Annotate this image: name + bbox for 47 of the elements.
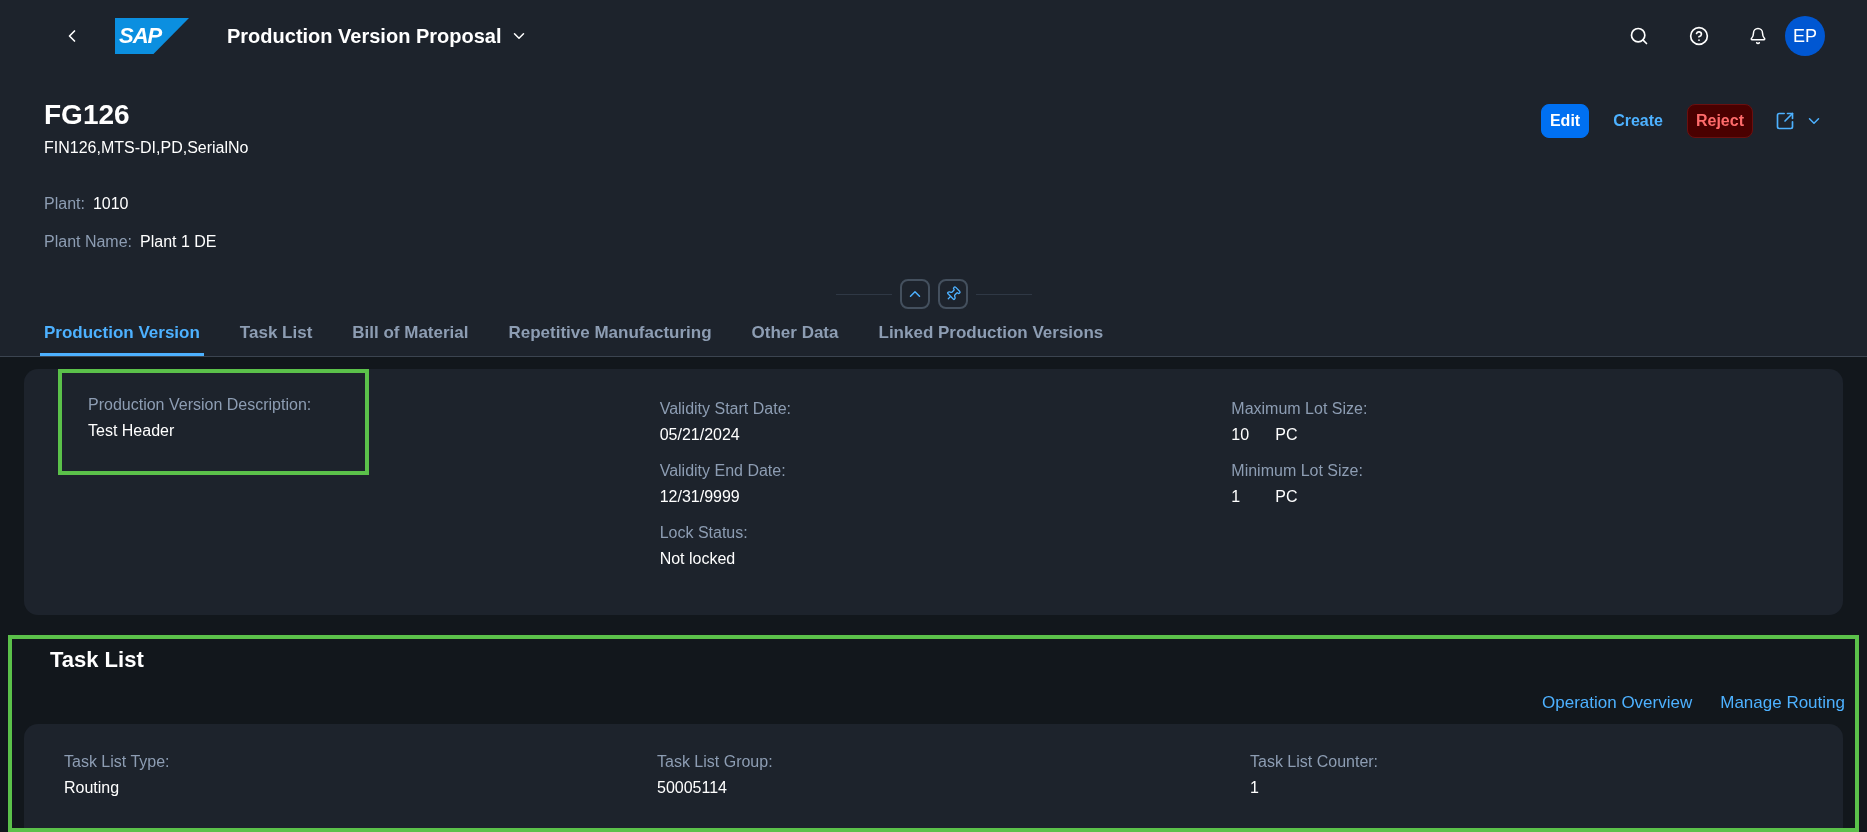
field-label: Production Version Description: (88, 395, 313, 415)
pin-header-button[interactable] (937, 279, 968, 309)
field-label: Task List Counter: (1250, 751, 1380, 772)
attribute-label: Plant: (44, 194, 85, 214)
tab[interactable]: Bill of Material (348, 312, 473, 356)
field-value: 50005114 (657, 777, 728, 798)
field-value: 1 (1250, 777, 1260, 798)
field-value: 10 (1231, 425, 1251, 445)
field-value: 05/21/2024 (659, 425, 741, 445)
collapse-header-button[interactable] (899, 279, 930, 309)
field-value: Not locked (659, 549, 737, 569)
logo: SAP (115, 18, 189, 54)
field-label: Lock Status: (659, 523, 749, 543)
app-title-menu[interactable]: Production Version Proposal (227, 21, 528, 51)
link[interactable]: Operation Overview (1542, 690, 1693, 716)
attribute-label: Plant Name: (44, 232, 133, 252)
field-label: Validity End Date: (659, 461, 787, 481)
tab[interactable]: Linked Production Versions (874, 312, 1108, 356)
action-button[interactable]: Reject (1686, 104, 1753, 138)
share-icon (1775, 111, 1795, 131)
search-button[interactable] (1629, 26, 1649, 46)
attribute-value: 1010 (92, 194, 129, 214)
field-label: Task List Type: (64, 751, 171, 772)
tab[interactable]: Repetitive Manufacturing (504, 312, 716, 356)
object-subtitle: FIN126,MTS-DI,PD,SerialNo (44, 138, 249, 158)
field-value: Test Header (88, 421, 176, 441)
field-value: Routing (64, 777, 121, 798)
tab[interactable]: Task List (235, 312, 317, 356)
action-button[interactable]: Edit (1540, 104, 1590, 138)
notifications-button[interactable] (1749, 27, 1767, 45)
tab[interactable]: Other Data (747, 312, 843, 356)
field-value: 12/31/9999 (659, 487, 741, 507)
object-title: FG126 (44, 98, 131, 132)
unit-text: PC (1275, 425, 1298, 445)
field-label: Task List Group: (657, 751, 774, 772)
attribute-value: Plant 1 DE (140, 232, 217, 252)
field-value: 1 (1231, 487, 1242, 507)
field-label: Maximum Lot Size: (1231, 399, 1369, 419)
field-label: Minimum Lot Size: (1231, 461, 1364, 481)
link[interactable]: Manage Routing (1720, 690, 1845, 716)
section-title: Task List (50, 646, 145, 674)
tab[interactable]: Production Version (40, 312, 204, 356)
action-button[interactable]: Create (1605, 104, 1671, 138)
user-avatar[interactable]: EP (1785, 16, 1825, 56)
help-button[interactable] (1689, 26, 1709, 46)
unit-text: PC (1275, 487, 1298, 507)
field-label: Validity Start Date: (659, 399, 792, 419)
